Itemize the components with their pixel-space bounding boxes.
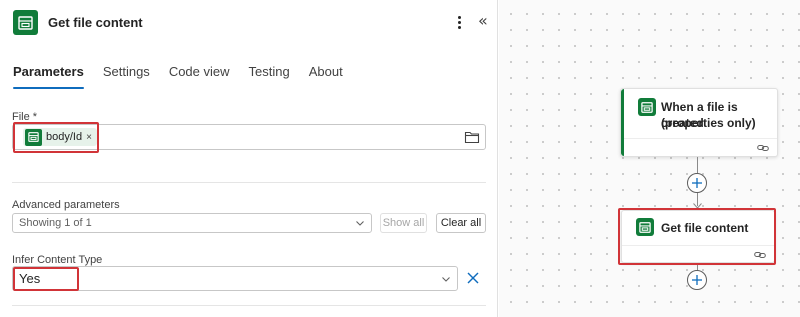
sharepoint-icon — [13, 10, 38, 35]
link-icon — [757, 145, 769, 151]
show-all-button[interactable]: Show all — [380, 213, 427, 233]
section-divider — [12, 182, 486, 183]
trigger-title-line2: (properties only) — [661, 116, 756, 130]
chevron-down-icon — [356, 221, 364, 226]
remove-token-icon[interactable]: × — [86, 132, 92, 143]
card-separator — [624, 138, 777, 139]
action-title: Get file content — [661, 221, 749, 235]
sharepoint-icon — [636, 218, 654, 236]
trigger-card[interactable]: When a file is created (properties only) — [620, 88, 778, 157]
card-separator — [622, 245, 774, 246]
file-input[interactable]: body/Id × — [12, 124, 486, 150]
sharepoint-icon — [638, 98, 656, 116]
sharepoint-icon — [25, 128, 42, 146]
infer-content-type-value: Yes — [19, 271, 41, 286]
link-icon — [754, 252, 766, 258]
tab-testing[interactable]: Testing — [249, 64, 290, 92]
advanced-dropdown-value: Showing 1 of 1 — [19, 217, 92, 229]
collapse-panel-icon[interactable]: « — [478, 12, 488, 30]
file-label: File * — [12, 111, 38, 123]
tab-parameters[interactable]: Parameters — [13, 64, 84, 92]
folder-icon[interactable] — [464, 129, 480, 145]
advanced-parameters-label: Advanced parameters — [12, 199, 120, 211]
card-stripe — [621, 89, 624, 156]
tab-code-view[interactable]: Code view — [169, 64, 230, 92]
details-panel: Get file content « Parameters Settings C… — [0, 0, 498, 317]
panel-title: Get file content — [48, 15, 143, 30]
connector-arrow-icon — [693, 203, 702, 209]
tab-settings[interactable]: Settings — [103, 64, 150, 92]
infer-content-type-select[interactable]: Yes — [12, 266, 458, 291]
advanced-parameters-dropdown[interactable]: Showing 1 of 1 — [12, 213, 372, 233]
file-token-label: body/Id — [46, 131, 83, 143]
add-step-icon[interactable] — [687, 173, 707, 193]
file-token[interactable]: body/Id × — [23, 128, 97, 146]
infer-content-type-label: Infer Content Type — [12, 254, 103, 266]
get-file-content-card[interactable]: Get file content — [621, 210, 775, 263]
clear-icon[interactable] — [466, 271, 480, 285]
panel-header: Get file content « — [0, 0, 498, 46]
section-divider — [12, 305, 486, 306]
tab-bar: Parameters Settings Code view Testing Ab… — [13, 64, 362, 92]
connector-line — [697, 157, 698, 173]
tab-about[interactable]: About — [309, 64, 343, 92]
add-step-icon[interactable] — [687, 270, 707, 290]
chevron-down-icon — [442, 277, 450, 282]
clear-all-button[interactable]: Clear all — [436, 213, 486, 233]
flow-canvas: When a file is created (properties only)… — [499, 0, 800, 317]
more-options-icon[interactable] — [452, 13, 466, 31]
